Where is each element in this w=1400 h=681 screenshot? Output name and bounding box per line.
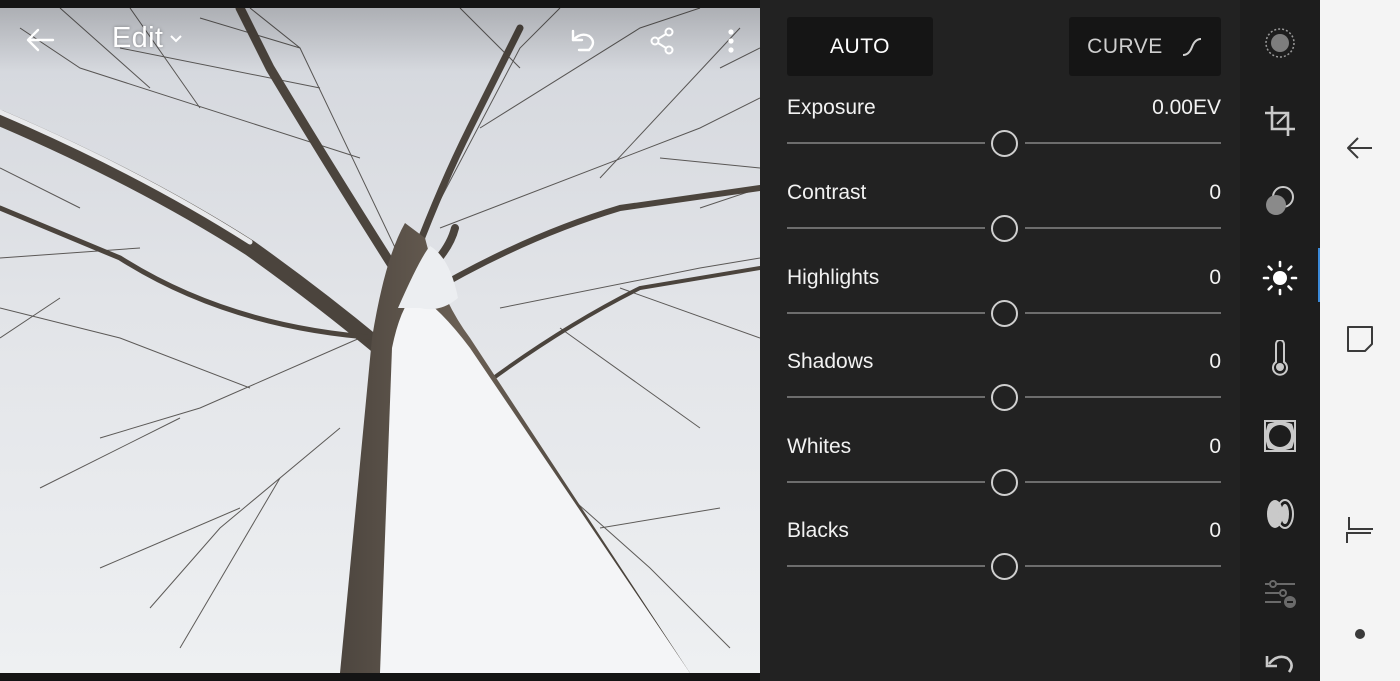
slider-track[interactable] [787,396,985,398]
slider-shadows: Shadows 0 [787,350,1221,420]
slider-value: 0 [1209,519,1221,542]
slider-blacks: Blacks 0 [787,519,1221,589]
slider-label: Blacks [787,519,849,542]
reset-icon [1265,655,1293,673]
lightroom-edit-screen: Edit AUTO CURVE Exposure 0.00EV Contrast… [0,0,1400,681]
auto-button[interactable]: AUTO [787,17,933,76]
slider-thumb[interactable] [991,384,1018,411]
slider-track[interactable] [787,142,985,144]
edit-menu[interactable]: Edit [112,22,183,55]
slider-contrast: Contrast 0 [787,181,1221,251]
more-vertical-icon [728,29,734,53]
selective-icon [1266,186,1294,215]
slider-value: 0.00EV [1152,96,1221,119]
tool-presets[interactable] [1260,23,1300,63]
slider-thumb[interactable] [991,469,1018,496]
slider-label: Whites [787,435,852,458]
tool-detail[interactable] [1260,574,1300,614]
back-icon [1347,137,1372,159]
slider-value: 0 [1209,181,1221,204]
crop-icon [1265,106,1295,136]
chevron-down-icon [170,34,182,42]
system-recents-button[interactable] [1337,316,1383,362]
slider-track[interactable] [1025,312,1221,314]
vignette-icon [1264,420,1296,452]
slider-exposure: Exposure 0.00EV [787,96,1221,166]
recent-apps-icon [1346,517,1373,543]
slider-track[interactable] [1025,565,1221,567]
recents-icon [1347,326,1373,352]
tool-effects[interactable] [1260,416,1300,456]
slider-highlights: Highlights 0 [787,266,1221,336]
auto-button-label: AUTO [830,34,890,58]
arrow-left-icon [26,28,55,52]
system-recent-apps-button[interactable] [1337,507,1383,553]
light-adjust-panel: AUTO CURVE Exposure 0.00EV Contrast 0 Hi… [760,0,1240,681]
slider-value: 0 [1209,435,1221,458]
tree-photo [0,8,760,673]
curve-icon [1182,37,1201,56]
optics-icon [1267,499,1294,529]
tool-crop[interactable] [1260,101,1300,141]
tool-color[interactable] [1260,338,1300,378]
tool-light[interactable] [1260,258,1300,298]
slider-label: Contrast [787,181,867,204]
slider-track[interactable] [787,312,985,314]
presets-icon [1265,28,1295,58]
undo-button[interactable] [564,24,602,58]
slider-track[interactable] [1025,481,1221,483]
slider-whites: Whites 0 [787,435,1221,505]
system-navigation-bar [1320,0,1400,681]
home-icon [1355,629,1365,639]
more-button[interactable] [718,24,744,58]
slider-label: Highlights [787,266,880,289]
system-home-button[interactable] [1337,611,1383,657]
tool-selective[interactable] [1260,181,1300,221]
tool-reset[interactable] [1260,652,1300,681]
slider-label: Shadows [787,350,874,373]
slider-thumb[interactable] [991,300,1018,327]
slider-track[interactable] [787,565,985,567]
detail-icon [1265,580,1296,608]
tool-strip [1240,0,1320,681]
color-temperature-icon [1272,340,1288,376]
slider-thumb[interactable] [991,553,1018,580]
share-icon [650,27,674,55]
back-button[interactable] [22,22,58,58]
share-button[interactable] [644,24,680,58]
edit-title: Edit [112,22,164,54]
slider-track[interactable] [787,227,985,229]
slider-value: 0 [1209,266,1221,289]
undo-icon [571,29,595,52]
photo-canvas[interactable] [0,8,760,673]
slider-track[interactable] [1025,227,1221,229]
curve-button-label: CURVE [1087,34,1163,58]
curve-button[interactable]: CURVE [1069,17,1221,76]
slider-track[interactable] [1025,396,1221,398]
slider-thumb[interactable] [991,215,1018,242]
tool-optics[interactable] [1260,494,1300,534]
light-icon [1262,260,1298,296]
slider-track[interactable] [1025,142,1221,144]
slider-label: Exposure [787,96,876,119]
slider-thumb[interactable] [991,130,1018,157]
system-back-button[interactable] [1337,125,1383,171]
slider-value: 0 [1209,350,1221,373]
slider-track[interactable] [787,481,985,483]
